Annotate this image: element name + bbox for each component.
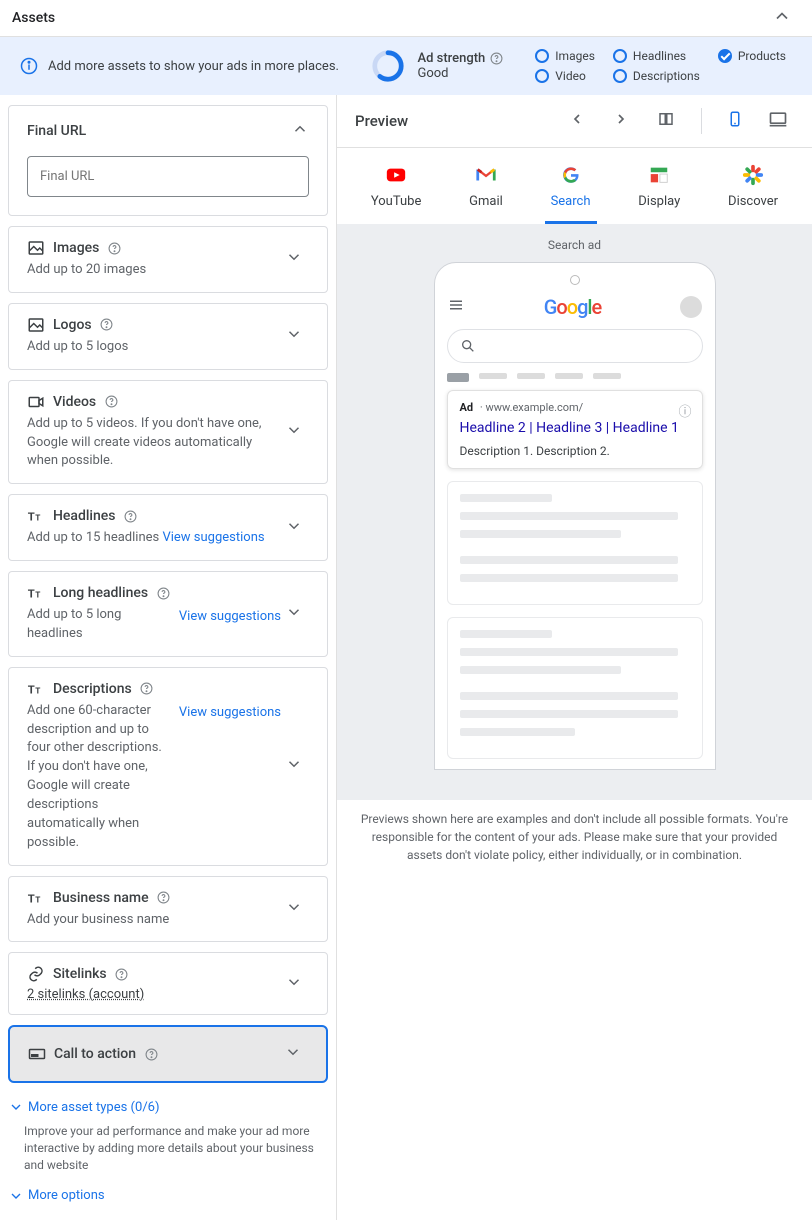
mobile-icon[interactable] (720, 106, 750, 136)
svg-text:T: T (28, 511, 35, 524)
more-asset-desc: Improve your ad performance and make you… (8, 1121, 328, 1181)
preview-disclaimer: Previews shown here are examples and don… (337, 800, 812, 874)
info-message: Add more assets to show your ads in more… (48, 59, 339, 74)
chevron-down-icon[interactable] (281, 894, 307, 924)
chevron-down-icon (8, 1188, 24, 1204)
youtube-icon (385, 164, 407, 186)
help-icon[interactable] (104, 395, 118, 409)
descriptions-card[interactable]: TT Descriptions Add one 60-character des… (8, 667, 328, 866)
help-icon[interactable] (140, 682, 154, 696)
svg-text:T: T (28, 892, 35, 905)
discover-icon (742, 164, 764, 186)
strength-label: Ad strength (417, 51, 485, 66)
next-icon[interactable] (605, 107, 637, 135)
view-suggestions-link[interactable]: View suggestions (162, 530, 264, 545)
cta-icon (28, 1045, 46, 1063)
help-icon[interactable] (144, 1047, 158, 1061)
help-icon[interactable] (100, 318, 114, 332)
channel-discover[interactable]: Discover (722, 164, 784, 224)
svg-text:T: T (35, 591, 40, 601)
chevron-down-icon[interactable] (280, 1039, 306, 1069)
chevron-down-icon[interactable] (281, 599, 307, 629)
chevron-down-icon[interactable] (281, 969, 307, 999)
desktop-icon[interactable] (762, 105, 794, 137)
info-icon: ⓘ (678, 401, 691, 420)
images-card[interactable]: Images Add up to 20 images (8, 226, 328, 293)
chevron-down-icon (8, 1099, 24, 1115)
svg-text:T: T (28, 683, 35, 696)
text-icon: TT (27, 680, 45, 698)
logos-card[interactable]: Logos Add up to 5 logos (8, 303, 328, 370)
channel-display[interactable]: Display (632, 164, 686, 224)
final-url-label: Final URL (27, 123, 86, 139)
svg-text:T: T (35, 686, 40, 696)
channel-youtube[interactable]: YouTube (365, 164, 428, 224)
preview-title: Preview (355, 112, 549, 130)
grid-icon[interactable] (649, 106, 683, 136)
stage-label: Search ad (347, 238, 802, 252)
ad-description: Description 1. Description 2. (460, 444, 690, 458)
strength-value: Good (417, 66, 503, 81)
chevron-down-icon[interactable] (281, 417, 307, 447)
phone-preview: Google ⓘ Ad · www.example.com/ Headline … (434, 262, 716, 770)
avatar (680, 296, 702, 318)
search-icon (460, 338, 476, 354)
headlines-card[interactable]: TT Headlines Add up to 15 headlines View… (8, 494, 328, 561)
final-url-card: Final URL (8, 105, 328, 216)
more-options-toggle[interactable]: More options (8, 1182, 328, 1210)
chevron-down-icon[interactable] (281, 244, 307, 274)
ad-preview-card: ⓘ Ad · www.example.com/ Headline 2 | Hea… (447, 390, 703, 469)
check-video: Video (535, 69, 595, 83)
google-icon (560, 164, 582, 186)
sitelinks-card[interactable]: Sitelinks 2 sitelinks (account) (8, 952, 328, 1015)
final-url-input[interactable] (27, 156, 309, 197)
hamburger-icon (447, 296, 465, 318)
ad-headline: Headline 2 | Headline 3 | Headline 1 (460, 420, 690, 436)
text-icon: TT (27, 889, 45, 907)
display-icon (648, 164, 670, 186)
image-icon (27, 316, 45, 334)
view-suggestions-link[interactable]: View suggestions (179, 702, 281, 723)
chevron-down-icon[interactable] (281, 513, 307, 543)
help-icon[interactable] (115, 967, 129, 981)
strength-ring-icon (371, 49, 405, 83)
channel-gmail[interactable]: Gmail (463, 164, 509, 224)
chevron-down-icon[interactable] (281, 751, 307, 781)
image-icon (27, 239, 45, 257)
video-icon (27, 393, 45, 411)
page-title: Assets (12, 10, 55, 26)
check-descriptions: Descriptions (613, 69, 700, 83)
svg-text:T: T (35, 514, 40, 524)
view-suggestions-link[interactable]: View suggestions (179, 606, 281, 627)
help-icon[interactable] (156, 586, 170, 600)
long-headlines-card[interactable]: TT Long headlines Add up to 5 long headl… (8, 571, 328, 657)
strength-checks: Images Headlines Products Video Descript… (535, 49, 786, 83)
search-bar (447, 329, 703, 363)
text-icon: TT (27, 507, 45, 525)
business-name-card[interactable]: TT Business name Add your business name (8, 876, 328, 943)
help-icon[interactable] (124, 509, 138, 523)
check-images: Images (535, 49, 595, 63)
sitelinks-count-link[interactable]: 2 sitelinks (account) (27, 987, 144, 1002)
collapse-panel-icon[interactable] (772, 6, 792, 30)
prev-icon[interactable] (561, 107, 593, 135)
help-icon[interactable] (107, 241, 121, 255)
google-logo: Google (544, 295, 602, 319)
text-icon: TT (27, 584, 45, 602)
check-products: Products (718, 49, 786, 63)
help-icon[interactable] (489, 52, 503, 66)
collapse-icon[interactable] (291, 120, 309, 142)
svg-text:T: T (28, 588, 35, 601)
svg-text:T: T (35, 895, 40, 905)
cta-card[interactable]: Call to action (8, 1025, 328, 1083)
check-headlines: Headlines (613, 49, 700, 63)
link-icon (27, 965, 45, 983)
gmail-icon (475, 164, 497, 186)
chevron-down-icon[interactable] (281, 321, 307, 351)
channel-search[interactable]: Search (545, 164, 597, 224)
help-icon[interactable] (157, 891, 171, 905)
more-asset-types-toggle[interactable]: More asset types (0/6) (8, 1093, 328, 1121)
videos-card[interactable]: Videos Add up to 5 videos. If you don't … (8, 380, 328, 485)
info-icon (20, 57, 38, 75)
